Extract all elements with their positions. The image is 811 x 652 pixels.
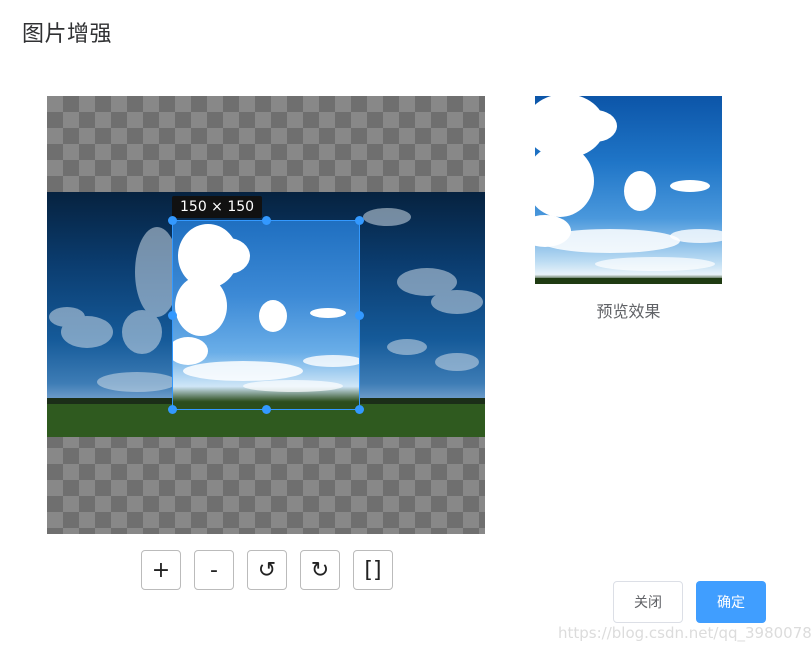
resize-handle-top[interactable] bbox=[262, 216, 271, 225]
image-enhance-dialog: 图片增强 150 × 150 预览效果 + - ↺ ↻ [] 关闭 确定 htt… bbox=[0, 0, 811, 652]
resize-handle-top-right[interactable] bbox=[355, 216, 364, 225]
preview-image-content bbox=[535, 96, 722, 284]
cropper-toolbar: + - ↺ ↻ [] bbox=[141, 550, 393, 590]
resize-handle-bottom[interactable] bbox=[262, 405, 271, 414]
preview-image bbox=[535, 96, 722, 284]
watermark: https://blog.csdn.net/qq_39800789 bbox=[558, 624, 811, 642]
zoom-out-button[interactable]: - bbox=[194, 550, 234, 590]
zoom-in-button[interactable]: + bbox=[141, 550, 181, 590]
rotate-right-button[interactable]: ↻ bbox=[300, 550, 340, 590]
resize-handle-left[interactable] bbox=[168, 311, 177, 320]
crop-selection-box[interactable] bbox=[172, 220, 360, 410]
image-cropper[interactable]: 150 × 150 bbox=[47, 96, 485, 534]
dialog-title: 图片增强 bbox=[22, 22, 113, 47]
resize-handle-top-left[interactable] bbox=[168, 216, 177, 225]
resize-handle-bottom-right[interactable] bbox=[355, 405, 364, 414]
resize-handle-right[interactable] bbox=[355, 311, 364, 320]
rotate-left-button[interactable]: ↺ bbox=[247, 550, 287, 590]
reset-button[interactable]: [] bbox=[353, 550, 393, 590]
crop-image-content bbox=[173, 224, 359, 409]
confirm-button[interactable]: 确定 bbox=[696, 581, 766, 623]
close-button[interactable]: 关闭 bbox=[613, 581, 683, 623]
resize-handle-bottom-left[interactable] bbox=[168, 405, 177, 414]
crop-size-label: 150 × 150 bbox=[172, 196, 263, 218]
preview-label: 预览效果 bbox=[596, 302, 661, 321]
